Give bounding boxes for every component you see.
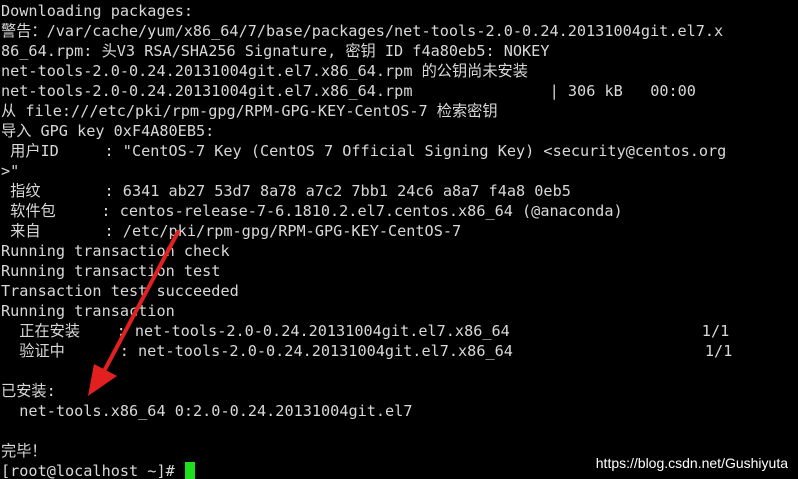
terminal-line: 已安装: [1,382,56,400]
terminal-line: 验证中 : net-tools-2.0-0.24.20131004git.el7… [1,342,733,360]
terminal-line: 从 file:///etc/pki/rpm-gpg/RPM-GPG-KEY-Ce… [1,102,498,120]
terminal-line: Running transaction test [1,262,221,280]
terminal-line: 指纹 : 6341 ab27 53d7 8a78 a7c2 7bb1 24c6 … [1,182,571,200]
watermark-url: https://blog.csdn.net/Gushiyuta [595,455,788,471]
terminal-line: 来自 : /etc/pki/rpm-gpg/RPM-GPG-KEY-CentOS… [1,222,462,240]
terminal-line: Running transaction check [1,242,230,260]
terminal-line: 软件包 : centos-release-7-6.1810.2.el7.cent… [1,202,623,220]
terminal-cursor [184,462,195,479]
terminal-line: Transaction test succeeded [1,282,239,300]
terminal-line: 86_64.rpm: 头V3 RSA/SHA256 Signature, 密钥 … [1,42,550,60]
terminal-line: Downloading packages: [1,2,194,20]
terminal-line: Running transaction [1,302,175,320]
terminal-line: >" [1,162,20,180]
terminal-line: 警告：/var/cache/yum/x86_64/7/base/packages… [1,22,724,40]
terminal-output[interactable]: Downloading packages: 警告：/var/cache/yum/… [0,0,798,479]
terminal-line: 导入 GPG key 0xF4A80EB5: [1,122,215,140]
terminal-line: 正在安装 : net-tools-2.0-0.24.20131004git.el… [1,322,730,340]
terminal-line: 用户ID : "CentOS-7 Key (CentOS 7 Official … [1,142,727,160]
terminal-line: net-tools-2.0-0.24.20131004git.el7.x86_6… [1,82,696,100]
terminal-line: net-tools.x86_64 0:2.0-0.24.20131004git.… [1,402,413,420]
prompt-text: [root@localhost ~]# [1,462,184,479]
terminal-line: net-tools-2.0-0.24.20131004git.el7.x86_6… [1,62,528,80]
